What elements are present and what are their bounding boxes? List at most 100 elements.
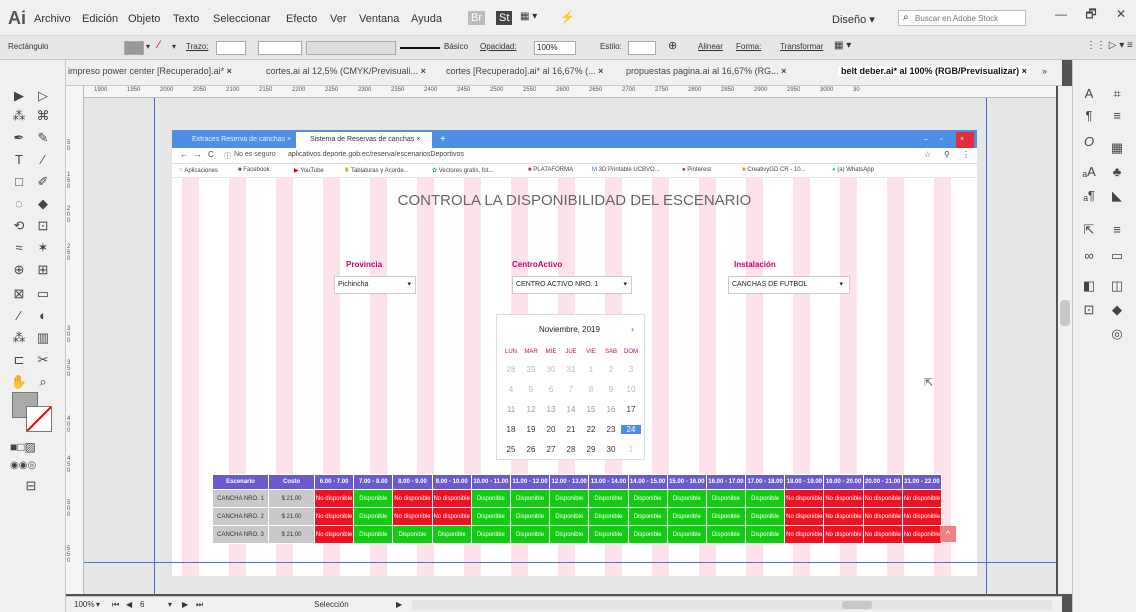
hand-tool-icon[interactable]: ✋ [8, 374, 30, 390]
stroke-label[interactable]: Trazo: [186, 42, 208, 51]
slot-available[interactable]: Disponible [353, 489, 394, 508]
links-panel-icon[interactable]: ∞ [1079, 248, 1099, 263]
provincia-select[interactable]: Pichincha ▾ [334, 276, 416, 294]
calendar-day[interactable]: 27 [541, 445, 561, 454]
instalacion-select[interactable]: CANCHAS DE FUTBOL ▾ [728, 276, 850, 294]
calendar-day[interactable]: 20 [541, 425, 561, 434]
arrange-icon[interactable]: ▦ ▾ [834, 40, 851, 51]
slot-unavailable[interactable]: No disponible [823, 489, 864, 508]
new-tab-button[interactable]: + [434, 132, 446, 148]
slot-unavailable[interactable]: No disponible [431, 507, 472, 526]
prev-artboard-icon[interactable]: ◀ [126, 600, 132, 609]
slot-available[interactable]: Disponible [470, 525, 511, 544]
slot-available[interactable]: Disponible [627, 507, 668, 526]
slot-unavailable[interactable]: No disponible [862, 489, 903, 508]
artboard[interactable]: Extraces Reserva de canchas × Sistema de… [172, 130, 977, 576]
stroke-panel-icon[interactable]: ≡ [1107, 222, 1127, 237]
more-tabs-icon[interactable]: » [1042, 66, 1047, 76]
slot-available[interactable]: Disponible [470, 489, 511, 508]
scrollbar-thumb[interactable] [1060, 300, 1070, 326]
screen-mode-icon[interactable]: ⊟ [20, 478, 42, 494]
last-artboard-icon[interactable]: ⏭ [196, 600, 203, 610]
stroke-weight-input[interactable] [216, 41, 246, 55]
browser-menu-icon[interactable]: ⋮ [962, 150, 970, 159]
gradient-tool-icon[interactable]: ▭ [32, 286, 54, 302]
calendar-day[interactable]: 18 [501, 425, 521, 434]
calendar-day[interactable]: 10 [621, 385, 641, 394]
calendar-day[interactable]: 7 [561, 385, 581, 394]
selection-tool-icon[interactable]: ▶ [8, 88, 30, 104]
opacity-input[interactable]: 100% [534, 41, 576, 55]
slot-unavailable[interactable]: No disponible [313, 525, 355, 544]
slot-available[interactable]: Disponible [705, 525, 747, 544]
calendar-day[interactable]: 22 [581, 425, 601, 434]
menu-ver[interactable]: Ver [330, 13, 347, 25]
calendar-day[interactable]: 3 [621, 365, 641, 374]
character-panel-icon[interactable]: A [1079, 86, 1099, 101]
scrollbar-thumb[interactable] [842, 601, 872, 609]
bookmark-item[interactable]: ⁙ Aplicaciones [178, 167, 218, 174]
rectangle-tool-icon[interactable]: □ [8, 174, 30, 189]
recolor-icon[interactable]: ⊕ [668, 39, 677, 52]
color-mode-icons[interactable]: ■□▨ [10, 440, 36, 454]
gradient-panel-icon[interactable]: ▭ [1107, 248, 1127, 264]
menu-texto[interactable]: Texto [173, 13, 199, 25]
slot-unavailable[interactable]: No disponible [392, 507, 433, 526]
artboard-dropdown-icon[interactable]: ▾ [168, 600, 172, 609]
transform-link[interactable]: Transformar [780, 42, 823, 51]
workspace-switcher[interactable]: Diseño ▾ [832, 13, 875, 26]
slot-unavailable[interactable]: No disponible [901, 525, 943, 544]
slot-available[interactable]: Disponible [353, 525, 394, 544]
paragraph-styles-icon[interactable]: ₐ¶ [1079, 188, 1099, 203]
centroactivo-select[interactable]: CENTRO ACTIVO NRO. 1 ▾ [512, 276, 632, 294]
column-graph-icon[interactable]: ▥ [32, 330, 54, 346]
bookmark-star-icon[interactable]: ☆ [924, 150, 931, 159]
calendar-day[interactable]: 31 [561, 365, 581, 374]
curvature-tool-icon[interactable]: ✎ [32, 130, 54, 146]
calendar-day[interactable]: 23 [601, 425, 621, 434]
menu-efecto[interactable]: Efecto [286, 13, 317, 25]
export-icon[interactable]: ⇱ [1079, 222, 1099, 238]
paintbrush-icon[interactable]: ✐ [32, 174, 54, 190]
slot-available[interactable]: Disponible [549, 525, 590, 544]
slot-available[interactable]: Disponible [509, 507, 551, 526]
fill-dropdown-icon[interactable]: ▾ [146, 42, 150, 51]
forward-icon[interactable]: → [194, 150, 202, 159]
calendar-day[interactable]: 11 [501, 405, 521, 414]
stroke-color-swatch[interactable] [26, 406, 52, 432]
warp-tool-icon[interactable]: ≈ [8, 240, 30, 255]
back-icon[interactable]: ← [180, 150, 188, 159]
bookmark-item[interactable]: ✿ Vectores gratis, fot... [432, 167, 493, 174]
close-button[interactable]: ✕ [1106, 0, 1136, 28]
next-month-icon[interactable]: › [631, 324, 634, 334]
artboard-number[interactable]: 6 [140, 600, 144, 609]
menu-seleccionar[interactable]: Seleccionar [213, 13, 270, 25]
calendar-day[interactable]: 26 [521, 445, 541, 454]
slot-available[interactable]: Disponible [627, 525, 668, 544]
layers-panel-icon[interactable]: ◆ [1107, 302, 1127, 318]
line-tool-icon[interactable]: ⁄ [32, 152, 54, 167]
fill-swatch[interactable] [124, 41, 144, 55]
stroke-dropdown-icon[interactable]: ▾ [172, 42, 176, 51]
transparency-panel-icon[interactable]: ◫ [1107, 278, 1127, 294]
slot-available[interactable]: Disponible [588, 489, 629, 508]
doc-tab[interactable]: cortes.ai al 12,5% (CMYK/Previsuali... × [266, 66, 426, 76]
eyedropper-icon[interactable]: ⁄ [8, 308, 30, 323]
restore-button[interactable]: 🗗 [1076, 0, 1106, 28]
gpu-icon[interactable]: ⚡ [560, 10, 575, 24]
slot-available[interactable]: Disponible [588, 525, 629, 544]
zoom-level[interactable]: 100% [74, 600, 94, 609]
browser-minimize-icon[interactable]: – [924, 132, 928, 148]
browser-tab[interactable]: Extraces Reserva de canchas × [178, 132, 294, 148]
calendar-day[interactable]: 30 [541, 365, 561, 374]
eraser-icon[interactable]: ◆ [32, 196, 54, 212]
menu-archivo[interactable]: Archivo [34, 13, 71, 25]
slot-unavailable[interactable]: No disponible [862, 507, 903, 526]
slot-available[interactable]: Disponible [666, 525, 707, 544]
calendar-day[interactable]: 14 [561, 405, 581, 414]
paragraph-panel-icon[interactable]: ¶ [1079, 108, 1099, 123]
calendar-day[interactable]: 25 [501, 445, 521, 454]
zoom-tool-icon[interactable]: ⌕ [32, 374, 54, 390]
align-link[interactable]: Alinear [698, 42, 723, 51]
shape-link[interactable]: Forma: [736, 42, 761, 51]
